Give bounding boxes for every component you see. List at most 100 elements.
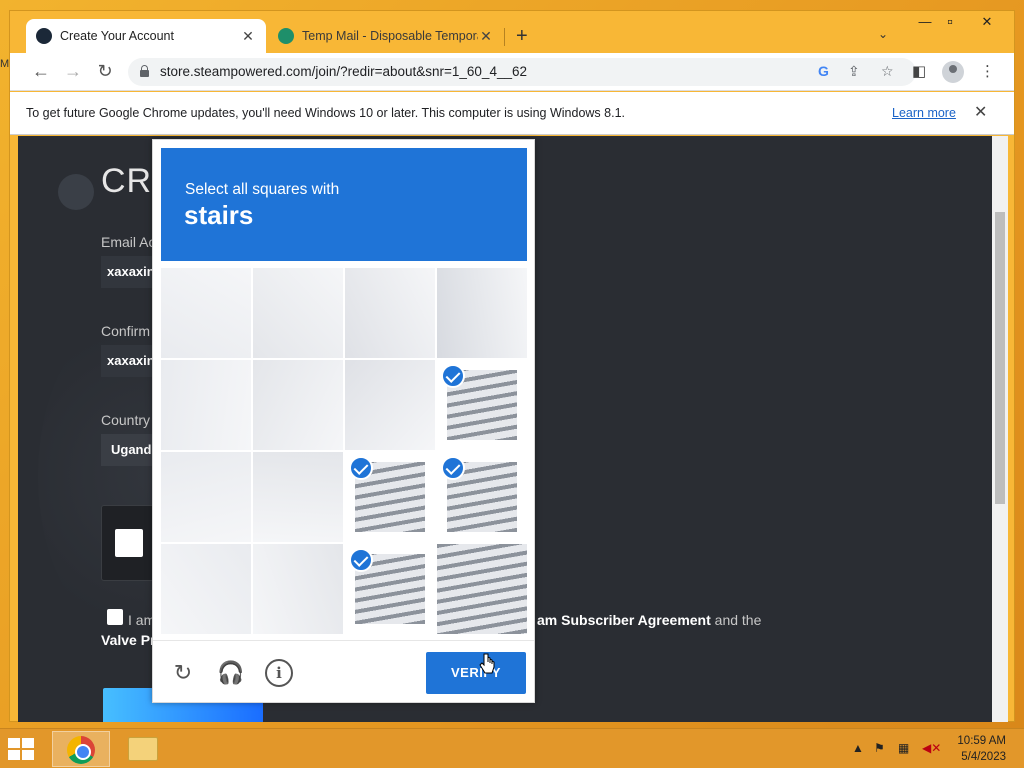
audio-challenge-icon[interactable]: 🎧 <box>217 659 245 687</box>
verify-button[interactable]: VERIFY <box>426 652 526 694</box>
infobar-close-icon[interactable]: ✕ <box>974 102 987 122</box>
title-bar: Create Your Account ✕ Temp Mail - Dispos… <box>10 11 1014 53</box>
tab-title: Temp Mail - Disposable Temporary <box>302 29 478 43</box>
taskbar-file-explorer[interactable] <box>114 731 172 767</box>
taskbar-chrome[interactable] <box>52 731 110 767</box>
cell-image <box>253 452 343 542</box>
grid-cell[interactable] <box>437 452 527 542</box>
grid-cell[interactable] <box>253 268 343 358</box>
privacy-policy-link[interactable]: Valve Pr <box>101 632 156 648</box>
agree-text-suffix: am Subscriber Agreement and the <box>537 612 761 628</box>
grid-cell[interactable] <box>345 452 435 542</box>
volume-muted-icon[interactable]: ◀✕ <box>922 741 941 755</box>
tab-close-icon[interactable]: ✕ <box>478 28 494 45</box>
challenge-prompt: Select all squares with <box>185 181 340 198</box>
system-clock[interactable]: 10:59 AM 5/4/2023 <box>952 733 1006 765</box>
steam-logo-icon <box>58 174 94 210</box>
cell-image <box>437 268 527 358</box>
scrollbar-thumb[interactable] <box>995 212 1005 504</box>
cell-image <box>161 544 251 634</box>
cell-image <box>161 360 251 450</box>
profile-avatar-icon[interactable] <box>942 61 964 83</box>
grid-cell[interactable] <box>253 452 343 542</box>
side-panel-icon[interactable]: ◧ <box>912 62 926 80</box>
clock-date: 5/4/2023 <box>961 751 1006 763</box>
cell-image <box>253 544 343 634</box>
tab-separator <box>504 28 505 46</box>
grid-cell[interactable] <box>161 268 251 358</box>
maximize-button[interactable]: ▫ <box>935 14 965 36</box>
action-center-flag-icon[interactable]: ⚑ <box>874 741 885 755</box>
infobar-message: To get future Google Chrome updates, you… <box>26 106 625 120</box>
grid-cell[interactable] <box>161 360 251 450</box>
bookmark-star-icon[interactable]: ☆ <box>881 63 894 80</box>
tab-temp-mail[interactable]: Temp Mail - Disposable Temporary ✕ <box>268 19 504 53</box>
cell-image <box>161 452 251 542</box>
grid-cell[interactable] <box>437 360 527 450</box>
hcaptcha-challenge: Select all squares with stairs ↻ 🎧 i VER… <box>152 139 535 703</box>
share-icon[interactable]: ⇪ <box>848 63 860 80</box>
grid-cell[interactable] <box>437 268 527 358</box>
chrome-icon <box>67 736 95 764</box>
cell-image <box>345 268 435 358</box>
confirm-email-label: Confirm <box>101 323 151 339</box>
image-grid <box>161 268 527 634</box>
grid-cell[interactable] <box>345 544 435 634</box>
address-bar[interactable]: store.steampowered.com/join/?redir=about… <box>128 58 916 86</box>
google-lens-icon[interactable]: G <box>818 63 829 79</box>
cell-image <box>345 360 435 450</box>
lock-icon <box>140 65 149 77</box>
cell-image <box>253 360 343 450</box>
browser-toolbar: ← → ↻ store.steampowered.com/join/?redir… <box>10 53 1014 91</box>
grid-cell[interactable] <box>345 268 435 358</box>
info-icon[interactable]: i <box>265 659 293 687</box>
menu-icon[interactable]: ⋮ <box>980 62 995 80</box>
network-icon[interactable]: ▦ <box>898 741 909 755</box>
reload-icon[interactable]: ↻ <box>94 61 116 82</box>
country-label: Country <box>101 412 151 428</box>
update-infobar: To get future Google Chrome updates, you… <box>10 92 1014 135</box>
new-tab-button[interactable]: + <box>516 25 528 48</box>
refresh-icon[interactable]: ↻ <box>169 659 197 687</box>
agree-suffix-text: and the <box>710 612 762 628</box>
tab-close-icon[interactable]: ✕ <box>240 28 256 45</box>
tab-search-button[interactable]: ⌄ <box>878 27 888 41</box>
taskbar: ▲ ⚑ ▦ ◀✕ 10:59 AM 5/4/2023 <box>0 728 1024 768</box>
grid-cell[interactable] <box>253 544 343 634</box>
learn-more-link[interactable]: Learn more <box>892 106 956 120</box>
selected-check-icon <box>441 456 465 480</box>
show-hidden-icons-icon[interactable]: ▲ <box>852 741 864 755</box>
steam-favicon-icon <box>36 28 52 44</box>
page-scrollbar[interactable] <box>992 136 1008 722</box>
window-close-button[interactable]: ✕ <box>972 14 1002 36</box>
clock-time: 10:59 AM <box>957 735 1006 747</box>
subscriber-agreement-link[interactable]: am Subscriber Agreement <box>537 612 711 628</box>
challenge-target: stairs <box>184 200 254 230</box>
cell-image <box>161 268 251 358</box>
mouse-cursor-icon <box>479 653 495 674</box>
url-text[interactable]: store.steampowered.com/join/?redir=about… <box>160 64 527 79</box>
selected-check-icon <box>349 456 373 480</box>
cell-image <box>437 544 527 634</box>
grid-cell[interactable] <box>253 360 343 450</box>
grid-cell[interactable] <box>345 360 435 450</box>
challenge-header: Select all squares with stairs <box>161 148 527 261</box>
folder-icon <box>128 737 158 761</box>
tab-title: Create Your Account <box>60 29 174 43</box>
desktop-icon-label: M <box>0 58 10 70</box>
grid-cell[interactable] <box>161 544 251 634</box>
forward-icon[interactable]: → <box>62 61 84 82</box>
captcha-checkbox[interactable] <box>115 529 143 557</box>
challenge-footer: ↻ 🎧 i VERIFY <box>153 640 534 704</box>
cell-image <box>253 268 343 358</box>
email-label: Email Ac <box>101 234 156 250</box>
back-icon[interactable]: ← <box>30 61 52 82</box>
tab-create-account[interactable]: Create Your Account ✕ <box>26 19 266 53</box>
selected-check-icon <box>349 548 373 572</box>
agree-checkbox[interactable] <box>107 609 123 625</box>
temp-mail-favicon-icon <box>278 28 294 44</box>
selected-check-icon <box>441 364 465 388</box>
grid-cell[interactable] <box>161 452 251 542</box>
windows-start-icon[interactable] <box>8 738 36 760</box>
grid-cell[interactable] <box>437 544 527 634</box>
